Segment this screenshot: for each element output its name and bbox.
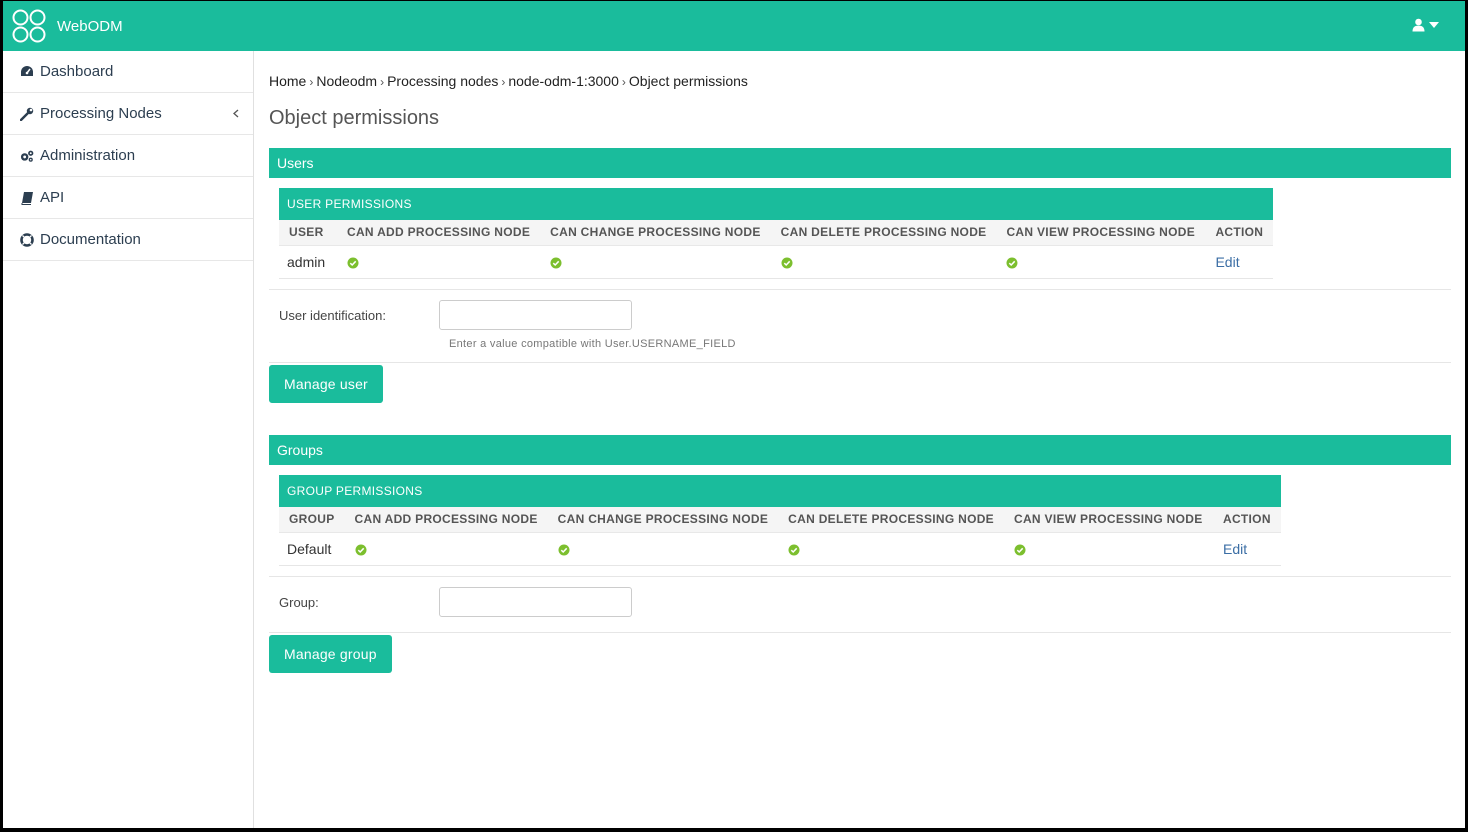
group-name-cell: Default <box>279 532 345 566</box>
sidebar-item-label: Processing Nodes <box>40 105 162 122</box>
chevron-left-icon[interactable] <box>233 105 239 121</box>
user-menu-toggle[interactable] <box>1412 18 1439 32</box>
brand[interactable]: WebODM <box>11 8 123 44</box>
divider <box>269 289 1451 290</box>
top-navbar: WebODM <box>3 1 1465 51</box>
column-header: CAN DELETE PROCESSING NODE <box>770 220 997 246</box>
breadcrumb-current: Object permissions <box>628 73 748 89</box>
users-section-header: Users <box>269 148 1451 178</box>
user-identification-help: Enter a value compatible with User.USERN… <box>449 338 736 350</box>
book-icon <box>20 191 34 205</box>
divider <box>269 362 1451 363</box>
breadcrumb-separator: › <box>621 75 626 89</box>
column-header: GROUP <box>279 507 345 533</box>
table-header-row: USER CAN ADD PROCESSING NODE CAN CHANGE … <box>279 220 1274 246</box>
table-header-row: GROUP CAN ADD PROCESSING NODE CAN CHANGE… <box>279 507 1281 533</box>
groups-section-header: Groups <box>269 435 1451 465</box>
webodm-logo-icon <box>12 9 46 43</box>
edit-user-link[interactable]: Edit <box>1215 254 1239 270</box>
group-permissions-table: GROUP PERMISSIONS GROUP CAN ADD PROCESSI… <box>279 475 1281 566</box>
permission-cell <box>996 245 1206 279</box>
app-window: WebODM Dashboard Processing Nodes Admini… <box>3 1 1465 828</box>
action-cell: Edit <box>1212 532 1281 566</box>
breadcrumb-processing-nodes[interactable]: Processing nodes <box>387 73 498 89</box>
tachometer-icon <box>20 65 34 79</box>
user-icon <box>1412 18 1425 32</box>
permission-cell <box>344 532 548 566</box>
manage-group-button[interactable]: Manage group <box>269 635 392 673</box>
column-header: CAN VIEW PROCESSING NODE <box>996 220 1206 246</box>
column-header: ACTION <box>1205 220 1274 246</box>
breadcrumb-home[interactable]: Home <box>269 73 306 89</box>
sidebar-item-dashboard[interactable]: Dashboard <box>3 51 253 93</box>
check-circle-icon <box>347 257 359 269</box>
user-identification-label: User identification: <box>279 308 386 323</box>
permission-cell <box>547 532 779 566</box>
caret-down-icon <box>1429 22 1439 28</box>
table-row: Default Edit <box>279 532 1281 566</box>
permission-cell <box>337 245 541 279</box>
check-circle-icon <box>788 544 800 556</box>
permission-cell <box>770 245 997 279</box>
sidebar-item-documentation[interactable]: Documentation <box>3 219 253 261</box>
edit-group-link[interactable]: Edit <box>1223 541 1247 557</box>
check-circle-icon <box>1006 257 1018 269</box>
breadcrumb-node[interactable]: node-odm-1:3000 <box>508 73 619 89</box>
sidebar: Dashboard Processing Nodes Administratio… <box>3 51 254 828</box>
breadcrumb-separator: › <box>380 75 385 89</box>
check-circle-icon <box>550 257 562 269</box>
check-circle-icon <box>558 544 570 556</box>
permission-cell <box>540 245 771 279</box>
page-title: Object permissions <box>269 107 440 129</box>
life-ring-icon <box>20 232 34 247</box>
sidebar-item-api[interactable]: API <box>3 177 253 219</box>
group-label: Group: <box>279 595 319 610</box>
sidebar-item-label: Documentation <box>40 231 141 248</box>
user-permissions-table: USER PERMISSIONS USER CAN ADD PROCESSING… <box>279 188 1274 279</box>
divider <box>269 576 1451 577</box>
check-circle-icon <box>781 257 793 269</box>
sidebar-item-label: Administration <box>40 147 136 164</box>
permission-cell <box>778 532 1004 566</box>
table-caption: GROUP PERMISSIONS <box>279 475 1281 507</box>
column-header: CAN DELETE PROCESSING NODE <box>778 507 1004 533</box>
group-input[interactable] <box>439 587 632 617</box>
sidebar-item-administration[interactable]: Administration <box>3 135 253 177</box>
column-header: USER <box>279 220 337 246</box>
manage-user-button[interactable]: Manage user <box>269 365 383 403</box>
table-row: admin Edit <box>279 245 1274 279</box>
cogs-icon <box>20 149 34 163</box>
sidebar-item-processing-nodes[interactable]: Processing Nodes <box>3 93 253 135</box>
app-name: WebODM <box>57 17 123 35</box>
column-header: CAN ADD PROCESSING NODE <box>344 507 548 533</box>
column-header: CAN ADD PROCESSING NODE <box>337 220 541 246</box>
check-circle-icon <box>355 544 367 556</box>
sidebar-item-label: Dashboard <box>40 63 114 80</box>
breadcrumb-nodeodm[interactable]: Nodeodm <box>316 73 377 89</box>
column-header: CAN CHANGE PROCESSING NODE <box>540 220 771 246</box>
user-identification-input[interactable] <box>439 300 632 330</box>
action-cell: Edit <box>1205 245 1274 279</box>
main-content: Home › Nodeodm › Processing nodes › node-odm-1… <box>269 51 1451 828</box>
permission-cell <box>1003 532 1213 566</box>
column-header: ACTION <box>1212 507 1281 533</box>
wrench-icon <box>20 107 34 121</box>
divider <box>269 632 1451 633</box>
check-circle-icon <box>1014 544 1026 556</box>
column-header: CAN VIEW PROCESSING NODE <box>1003 507 1213 533</box>
breadcrumb-separator: › <box>309 75 314 89</box>
table-caption: USER PERMISSIONS <box>279 188 1274 220</box>
breadcrumb: Home › Nodeodm › Processing nodes › node-odm-1… <box>269 73 748 89</box>
user-name-cell: admin <box>279 245 337 279</box>
column-header: CAN CHANGE PROCESSING NODE <box>547 507 779 533</box>
breadcrumb-separator: › <box>501 75 506 89</box>
sidebar-item-label: API <box>40 189 65 206</box>
